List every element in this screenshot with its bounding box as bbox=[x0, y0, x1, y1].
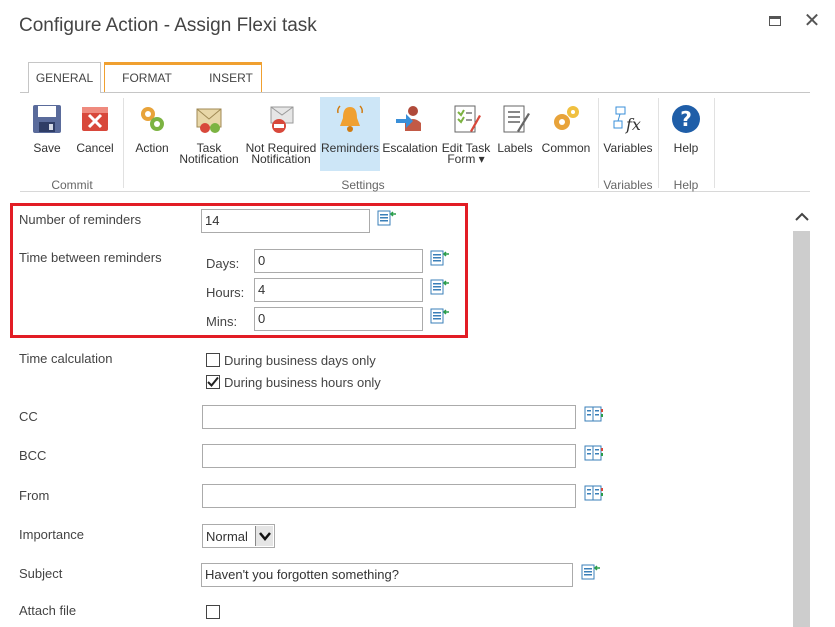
tab-insert[interactable]: INSERT bbox=[204, 64, 258, 95]
subject-label: Subject bbox=[19, 566, 63, 581]
insert-reference-icon[interactable] bbox=[430, 249, 450, 267]
from-input[interactable] bbox=[202, 484, 576, 508]
bcc-label: BCC bbox=[19, 448, 47, 463]
number-of-reminders-label: Number of reminders bbox=[19, 212, 142, 227]
labels-label: Labels bbox=[497, 141, 533, 155]
common-label: Common bbox=[541, 141, 591, 155]
edit-task-form-line2: Form ▾ bbox=[447, 152, 485, 166]
save-icon bbox=[33, 105, 61, 133]
from-label: From bbox=[19, 488, 50, 503]
svg-text:?: ? bbox=[680, 107, 692, 131]
ribbon-separator bbox=[658, 98, 659, 188]
reminders-button[interactable]: Reminders bbox=[320, 97, 380, 171]
task-notification-icon bbox=[196, 108, 222, 133]
address-book-icon[interactable] bbox=[584, 444, 604, 462]
not-required-line2: Notification bbox=[251, 152, 311, 166]
help-button[interactable]: ? Help bbox=[664, 97, 708, 171]
escalation-button[interactable]: Escalation bbox=[382, 97, 438, 171]
bell-icon bbox=[337, 105, 363, 132]
task-notification-button[interactable]: Task Notification bbox=[178, 97, 240, 171]
maximize-icon[interactable] bbox=[767, 12, 785, 30]
chevron-down-icon[interactable] bbox=[255, 526, 273, 546]
dialog-title: Configure Action - Assign Flexi task bbox=[19, 15, 317, 36]
days-label: Days: bbox=[206, 256, 240, 271]
common-gears-icon bbox=[554, 106, 579, 130]
scrollbar[interactable] bbox=[793, 200, 811, 627]
time-calculation-label: Time calculation bbox=[19, 351, 113, 366]
business-days-label: During business days only bbox=[224, 353, 376, 368]
business-days-checkbox[interactable] bbox=[206, 353, 220, 367]
cc-label: CC bbox=[19, 409, 38, 424]
action-label: Action bbox=[135, 141, 169, 155]
help-label: Help bbox=[673, 141, 699, 155]
ribbon-separator bbox=[123, 98, 124, 188]
not-required-notification-icon bbox=[270, 106, 294, 133]
task-notification-line2: Notification bbox=[179, 152, 239, 166]
not-required-notification-label: Not Required Notification bbox=[245, 142, 317, 166]
scrollbar-thumb[interactable] bbox=[793, 231, 810, 627]
ribbon-separator bbox=[598, 98, 599, 188]
number-of-reminders-input[interactable]: 14 bbox=[201, 209, 370, 233]
mins-label: Mins: bbox=[206, 314, 238, 329]
variables-button[interactable]: fx Variables bbox=[602, 97, 654, 171]
ribbon: Save Cancel Action Task Notification Not… bbox=[20, 92, 810, 192]
labels-icon bbox=[503, 105, 530, 133]
address-book-icon[interactable] bbox=[584, 484, 604, 502]
hours-input[interactable]: 4 bbox=[254, 278, 423, 302]
insert-reference-icon[interactable] bbox=[581, 563, 601, 581]
common-button[interactable]: Common bbox=[538, 97, 594, 171]
tab-general[interactable]: GENERAL bbox=[28, 62, 101, 93]
insert-reference-icon[interactable] bbox=[430, 307, 450, 325]
edit-task-form-button[interactable]: Edit Task Form ▾ bbox=[440, 97, 492, 171]
subject-input[interactable]: Haven't you forgotten something? bbox=[201, 563, 573, 587]
group-label-variables: Variables bbox=[603, 178, 653, 192]
scroll-up-icon[interactable] bbox=[793, 208, 811, 226]
address-book-icon[interactable] bbox=[584, 405, 604, 423]
edit-form-icon bbox=[454, 105, 481, 133]
close-icon[interactable]: ✕ bbox=[803, 11, 821, 31]
importance-value: Normal bbox=[206, 529, 248, 544]
help-icon: ? bbox=[672, 105, 700, 133]
save-button[interactable]: Save bbox=[26, 97, 68, 171]
business-hours-checkbox[interactable] bbox=[206, 375, 220, 389]
attach-file-checkbox[interactable] bbox=[206, 605, 220, 619]
variables-label: Variables bbox=[603, 141, 653, 155]
insert-reference-icon[interactable] bbox=[430, 278, 450, 296]
cancel-icon bbox=[82, 107, 108, 131]
group-label-help: Help bbox=[673, 178, 699, 192]
group-label-settings: Settings bbox=[341, 178, 385, 192]
action-gears-icon bbox=[141, 107, 164, 131]
hours-label: Hours: bbox=[206, 285, 245, 300]
variables-fx-icon: fx bbox=[613, 106, 641, 134]
action-button[interactable]: Action bbox=[130, 97, 174, 171]
escalation-label: Escalation bbox=[382, 141, 438, 155]
not-required-notification-button[interactable]: Not Required Notification bbox=[245, 97, 317, 171]
days-input[interactable]: 0 bbox=[254, 249, 423, 273]
task-notification-label: Task Notification bbox=[178, 142, 240, 166]
escalation-icon bbox=[396, 106, 421, 131]
business-hours-label: During business hours only bbox=[224, 375, 381, 390]
insert-reference-icon[interactable] bbox=[377, 209, 397, 227]
check-icon bbox=[207, 376, 219, 387]
bcc-input[interactable] bbox=[202, 444, 576, 468]
ribbon-separator bbox=[714, 98, 715, 188]
reminders-label: Reminders bbox=[320, 141, 380, 155]
cancel-label: Cancel bbox=[76, 141, 114, 155]
mins-input[interactable]: 0 bbox=[254, 307, 423, 331]
edit-task-form-label: Edit Task Form ▾ bbox=[440, 142, 492, 166]
importance-label: Importance bbox=[19, 527, 85, 542]
time-between-reminders-label: Time between reminders bbox=[19, 250, 162, 265]
tab-format-text[interactable]: FORMAT TEXT bbox=[106, 64, 188, 113]
save-label: Save bbox=[33, 141, 61, 155]
cc-input[interactable] bbox=[202, 405, 576, 429]
svg-text:fx: fx bbox=[625, 115, 641, 134]
importance-select[interactable]: Normal bbox=[202, 524, 275, 548]
attach-file-label: Attach file bbox=[19, 603, 77, 618]
group-label-commit: Commit bbox=[51, 178, 93, 192]
cancel-button[interactable]: Cancel bbox=[72, 97, 118, 171]
labels-button[interactable]: Labels bbox=[494, 97, 536, 171]
